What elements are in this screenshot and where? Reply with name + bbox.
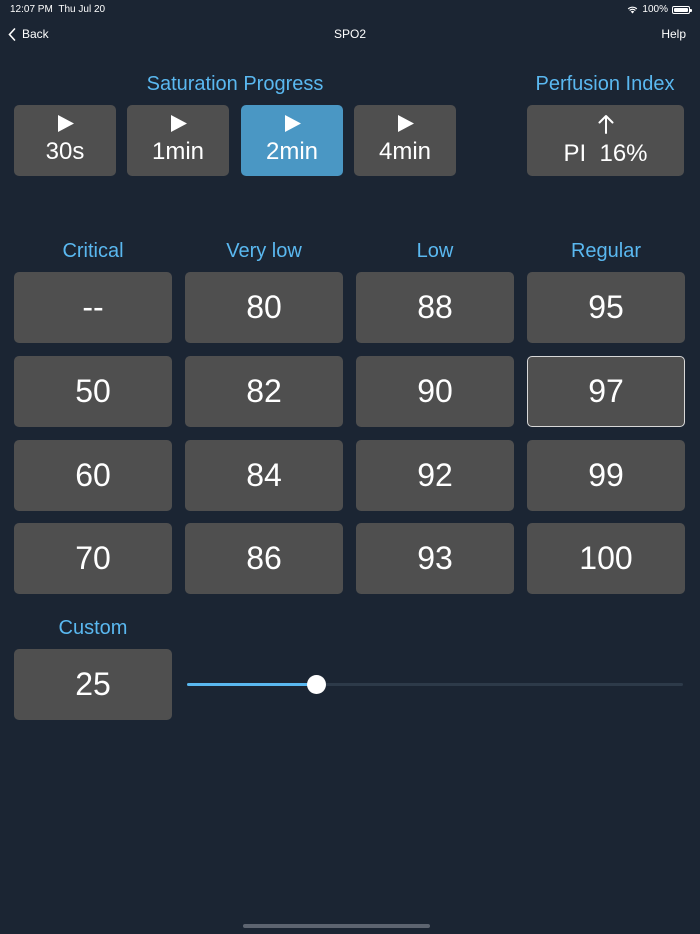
play-1min-button[interactable]: 1min [127, 105, 229, 176]
custom-value-tile[interactable]: 25 [14, 649, 172, 720]
play-icon [397, 115, 414, 132]
page-title: SPO2 [333, 27, 366, 41]
value-tile-low[interactable]: 88 [356, 272, 514, 343]
battery-icon [672, 5, 692, 14]
help-button[interactable]: Help [661, 27, 686, 41]
play-2min-button[interactable]: 2min [241, 105, 343, 176]
perfusion-index-label: Perfusion Index [535, 73, 675, 95]
value-tile-very-low[interactable]: 82 [185, 356, 343, 427]
perfusion-index-value: PI 16% [563, 139, 648, 167]
value-tile-critical[interactable]: 50 [14, 356, 172, 427]
custom-slider[interactable] [187, 675, 683, 694]
battery-percent: 100% [642, 4, 668, 15]
play-icon [170, 115, 187, 132]
value-tile-critical[interactable]: 70 [14, 523, 172, 594]
nav-bar: Back SPO2 Help [0, 18, 700, 50]
perfusion-index-button[interactable]: PI 16% [527, 105, 684, 176]
value-tile-regular[interactable]: 100 [527, 523, 685, 594]
play-30s-button[interactable]: 30s [14, 105, 116, 176]
header-very-low: Very low [226, 240, 302, 262]
status-time: 12:07 PM Thu Jul 20 [10, 4, 106, 15]
play-30s-label: 30s [45, 138, 85, 165]
value-tile-very-low[interactable]: 80 [185, 272, 343, 343]
play-4min-label: 4min [378, 138, 432, 165]
value-tile-very-low[interactable]: 86 [185, 523, 343, 594]
value-tile-very-low[interactable]: 84 [185, 440, 343, 511]
play-2min-label: 2min [265, 138, 319, 165]
status-right: 100% [627, 4, 692, 15]
custom-label: Custom [58, 617, 128, 639]
value-tile-regular[interactable]: 99 [527, 440, 685, 511]
value-tile-regular-selected[interactable]: 97 [527, 356, 685, 427]
value-tile-low[interactable]: 93 [356, 523, 514, 594]
home-indicator [243, 924, 430, 928]
arrow-up-icon [598, 114, 613, 134]
wifi-icon [628, 6, 638, 13]
value-tile-critical[interactable]: 60 [14, 440, 172, 511]
play-icon [57, 115, 74, 132]
play-icon [284, 115, 301, 132]
saturation-progress-label: Saturation Progress [146, 73, 324, 95]
status-bar: 12:07 PM Thu Jul 20 100% [0, 0, 700, 18]
play-1min-label: 1min [151, 138, 205, 165]
value-tile-low[interactable]: 90 [356, 356, 514, 427]
header-low: Low [416, 240, 454, 262]
header-critical: Critical [62, 240, 124, 262]
value-tile-low[interactable]: 92 [356, 440, 514, 511]
play-4min-button[interactable]: 4min [354, 105, 456, 176]
custom-slider-fill [187, 683, 316, 686]
value-tile-critical[interactable]: -- [14, 272, 172, 343]
header-regular: Regular [570, 240, 642, 262]
value-tile-regular[interactable]: 95 [527, 272, 685, 343]
custom-slider-thumb[interactable] [306, 675, 326, 694]
